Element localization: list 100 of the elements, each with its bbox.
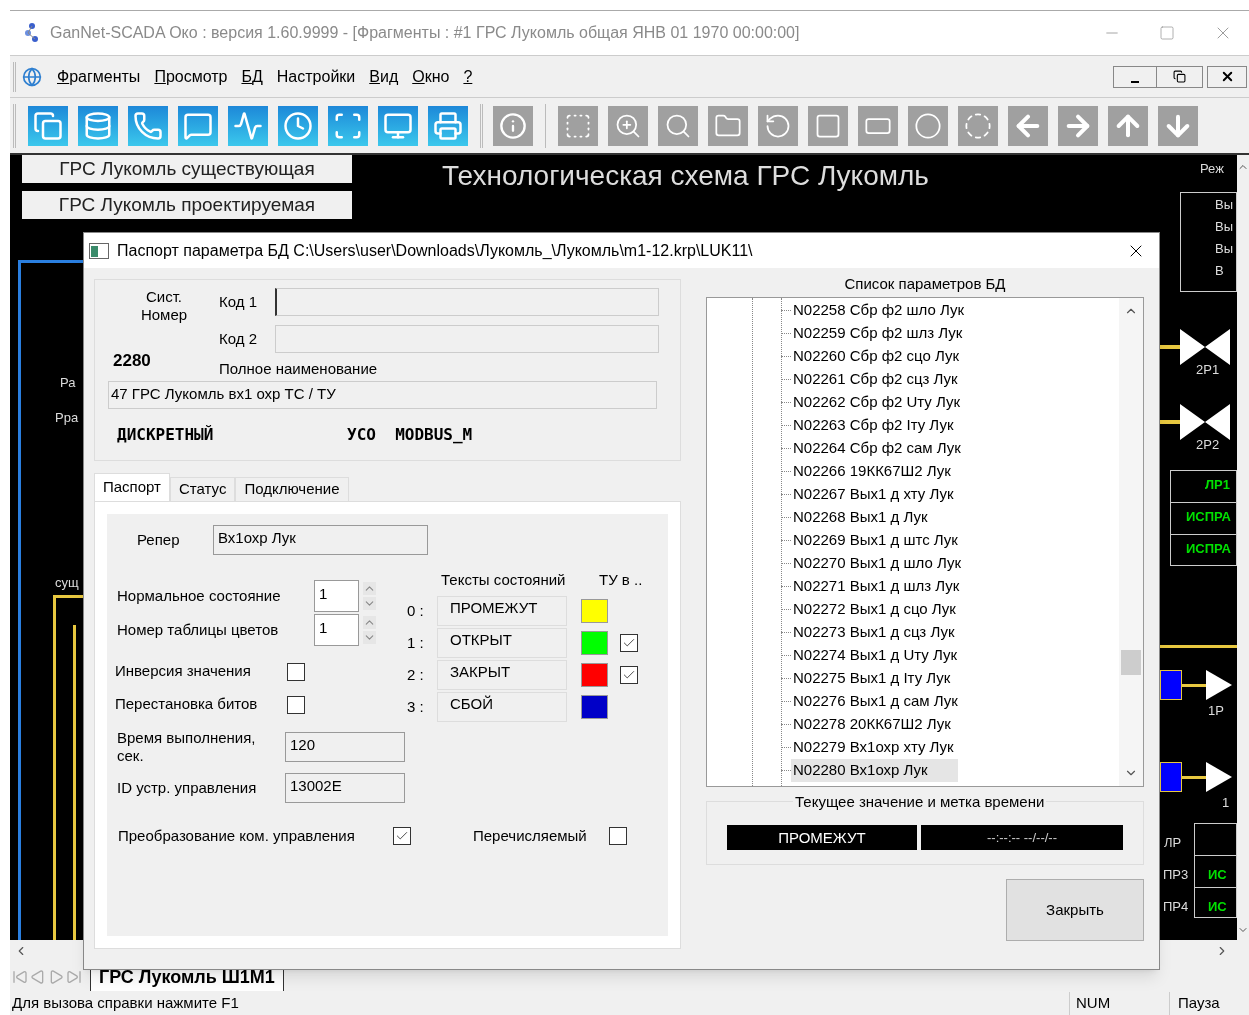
state-text-field[interactable]: ПРОМЕЖУТ — [437, 596, 567, 626]
pages-icon[interactable] — [28, 105, 68, 146]
tree-item[interactable]: N02261 Сбр ф2 сцз Лук — [791, 368, 960, 391]
menu-item[interactable]: Окно — [405, 64, 457, 89]
tree-item[interactable]: N02270 Вых1 д шло Лук — [791, 552, 963, 575]
reper-field[interactable]: Вх1охр Лук — [213, 525, 428, 555]
prev-sheet-icon[interactable] — [30, 969, 46, 985]
tree-item[interactable]: N02260 Сбр ф2 сцо Лук — [791, 345, 961, 368]
tree-item[interactable]: N02272 Вых1 д сцо Лук — [791, 598, 958, 621]
full-name-field[interactable]: 47 ГРС Лукомль вх1 охр ТС / ТУ — [108, 380, 657, 409]
tree-item[interactable]: N02269 Вых1 д штс Лук — [791, 529, 960, 552]
search-icon[interactable] — [658, 105, 698, 146]
spin-field[interactable]: 1 — [314, 580, 359, 612]
tree-item[interactable]: N02259 Сбр ф2 шлз Лук — [791, 322, 965, 345]
code2-field[interactable] — [275, 325, 659, 353]
printer-icon[interactable] — [428, 105, 468, 146]
state-text-field[interactable]: ЗАКРЫТ — [437, 660, 567, 690]
menu-item[interactable]: БД — [234, 64, 270, 89]
dialog-tab[interactable]: Подключение — [235, 477, 349, 501]
tree-scrollbar[interactable] — [1119, 298, 1143, 786]
next-sheet-icon[interactable] — [48, 969, 64, 985]
menu-item[interactable]: ? — [456, 64, 480, 89]
state-color-swatch[interactable] — [581, 695, 608, 719]
database-icon[interactable] — [78, 105, 118, 146]
menu-item[interactable]: Настройки — [269, 64, 363, 89]
first-sheet-icon[interactable] — [12, 969, 28, 985]
command-conversion-checkbox[interactable] — [393, 827, 411, 846]
tree-item[interactable]: N02273 Вых1 д сцз Лук — [791, 621, 957, 644]
frame-icon[interactable] — [328, 105, 368, 146]
arrow-left-icon[interactable] — [1008, 105, 1048, 146]
menu-item[interactable]: Вид — [362, 64, 406, 89]
tree-item[interactable]: N02278 20КК67Ш2 Лук — [791, 713, 953, 736]
state-text-field[interactable]: СБОЙ — [437, 692, 567, 722]
spin-down-icon[interactable] — [363, 597, 376, 610]
tree-item[interactable]: N02263 Сбр ф2 Iту Лук — [791, 414, 956, 437]
sys-number-label: Сист. Номер — [139, 288, 189, 324]
tree-item[interactable]: N02276 Вых1 д сам Лук — [791, 690, 960, 713]
current-value-display: ПРОМЕЖУТ — [727, 825, 917, 850]
status-hint: Для вызова справки нажмите F1 — [11, 993, 239, 1014]
close-button[interactable]: Закрыть — [1006, 879, 1144, 941]
inversion-checkbox[interactable] — [287, 662, 305, 681]
chart-icon[interactable] — [228, 105, 268, 146]
device-id-field[interactable]: 13002E — [285, 773, 405, 803]
rotate-icon[interactable] — [758, 105, 798, 146]
tree-item[interactable]: N02267 Вых1 д хту Лук — [791, 483, 956, 506]
spin-down-icon[interactable] — [363, 631, 376, 644]
child-restore-button[interactable] — [1157, 65, 1203, 88]
schematic-label: ЛР — [1164, 834, 1182, 852]
dialog-tab[interactable]: Паспорт — [94, 473, 170, 501]
spin-up-icon[interactable] — [363, 582, 376, 595]
tree-item[interactable]: N02271 Вых1 д шлз Лук — [791, 575, 962, 598]
tree-item[interactable]: N02280 Вх1охр Лук — [791, 759, 958, 782]
folder-icon[interactable] — [708, 105, 748, 146]
schematic-label: ИСПРА — [1186, 540, 1231, 558]
rectangle-icon[interactable] — [858, 105, 898, 146]
fragment-button[interactable]: ГРС Лукомль существующая — [22, 155, 352, 183]
state-color-swatch[interactable] — [581, 663, 608, 687]
bit-swap-checkbox[interactable] — [287, 695, 305, 714]
arrow-right-icon[interactable] — [1058, 105, 1098, 146]
pipe-line — [1182, 684, 1207, 687]
dialog-tab[interactable]: Статус — [170, 477, 236, 501]
arrow-down-icon[interactable] — [1158, 105, 1198, 146]
exec-time-field[interactable]: 120 — [285, 732, 405, 762]
timestamp-display: --:--:-- --/--/-- — [921, 825, 1123, 850]
tu-checkbox[interactable] — [620, 634, 638, 652]
phone-icon[interactable] — [128, 105, 168, 146]
child-close-button[interactable] — [1207, 65, 1247, 88]
menu-item[interactable]: Просмотр — [147, 64, 235, 89]
scroll-thumb[interactable] — [1121, 650, 1141, 675]
state-color-swatch[interactable] — [581, 631, 608, 655]
tree-item[interactable]: N02275 Вых1 д Iту Лук — [791, 667, 953, 690]
enumerable-checkbox[interactable] — [609, 827, 627, 846]
code1-field[interactable] — [275, 288, 659, 316]
spin-field[interactable]: 1 — [314, 614, 359, 646]
info-icon[interactable] — [493, 105, 533, 146]
state-text-field[interactable]: ОТКРЫТ — [437, 628, 567, 658]
schematic-label: Ра — [60, 374, 76, 392]
zoom-in-icon[interactable] — [608, 105, 648, 146]
state-color-swatch[interactable] — [581, 599, 608, 623]
schematic-label: Вы — [1215, 196, 1233, 214]
clock-icon[interactable] — [278, 105, 318, 146]
selection-icon[interactable] — [558, 105, 598, 146]
last-sheet-icon[interactable] — [66, 969, 82, 985]
tree-item[interactable]: N02274 Вых1 д Uту Лук — [791, 644, 960, 667]
maximize-icon[interactable] — [1159, 25, 1175, 41]
spin-up-icon[interactable] — [363, 616, 376, 629]
tu-checkbox[interactable] — [620, 666, 638, 684]
tree-item[interactable]: N02264 Сбр ф2 сам Лук — [791, 437, 963, 460]
fragment-button[interactable]: ГРС Лукомль проектируемая — [22, 191, 352, 219]
monitor-icon[interactable] — [378, 105, 418, 146]
tree-item[interactable]: N02279 Вх1охр хту Лук — [791, 736, 956, 759]
square-icon[interactable] — [808, 105, 848, 146]
menu-item[interactable]: Фрагменты — [50, 64, 148, 89]
message-icon[interactable] — [178, 105, 218, 146]
tree-item[interactable]: N02268 Вых1 д Лук — [791, 506, 930, 529]
tree-item[interactable]: N02258 Сбр ф2 шло Лук — [791, 299, 967, 322]
tree-item[interactable]: N02266 19КК67Ш2 Лук — [791, 460, 953, 483]
arrow-up-icon[interactable] — [1108, 105, 1148, 146]
tree-item[interactable]: N02262 Сбр ф2 Uту Лук — [791, 391, 963, 414]
schematic-label: Вы — [1215, 240, 1233, 258]
